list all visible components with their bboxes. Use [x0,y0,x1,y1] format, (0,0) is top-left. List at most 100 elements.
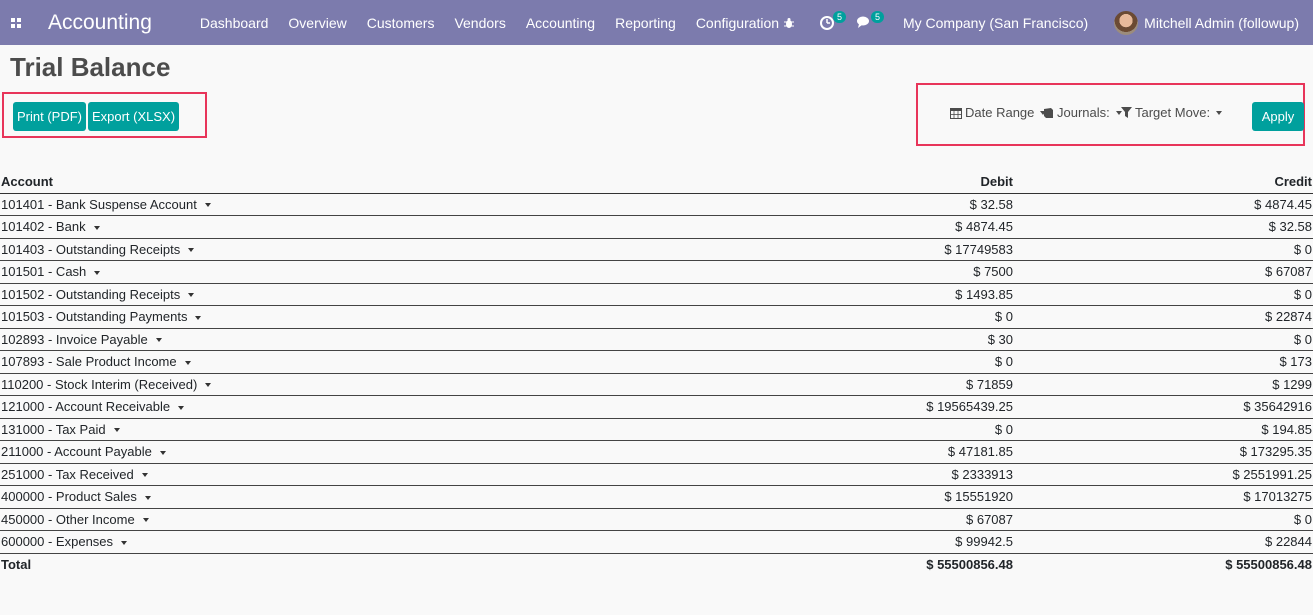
menu-dashboard[interactable]: Dashboard [200,15,269,31]
account-name[interactable]: 107893 - Sale Product Income [1,354,177,369]
chevron-down-icon[interactable] [188,248,195,253]
account-cell[interactable]: 121000 - Account Receivable [0,395,620,419]
chevron-down-icon[interactable] [113,428,120,433]
chevron-down-icon[interactable] [188,293,195,298]
account-cell[interactable]: 101403 - Outstanding Receipts [0,238,620,261]
account-name[interactable]: 131000 - Tax Paid [1,422,106,437]
account-cell[interactable]: 107893 - Sale Product Income [0,350,620,374]
account-name[interactable]: 101403 - Outstanding Receipts [1,242,180,257]
account-name[interactable]: 211000 - Account Payable [1,444,152,459]
chevron-down-icon[interactable] [93,225,100,230]
credit-cell: $ 173 [1014,350,1313,374]
account-name[interactable]: 101501 - Cash [1,264,86,279]
account-cell[interactable]: 101402 - Bank [0,215,620,239]
menu-reporting[interactable]: Reporting [615,15,676,31]
funnel-icon [1121,107,1132,118]
apply-button[interactable]: Apply [1252,102,1304,131]
chevron-down-icon[interactable] [195,315,202,320]
account-cell[interactable]: 101401 - Bank Suspense Account [0,193,620,216]
debit-cell: $ 71859 [620,373,1014,396]
account-cell[interactable]: 251000 - Tax Received [0,463,620,486]
table-row: 251000 - Tax Received $ 2333913 $ 2551991.… [0,463,1313,486]
journals-label: Journals: [1057,105,1110,120]
account-name[interactable]: 600000 - Expenses [1,534,113,549]
credit-cell: $ 17013275 [1014,485,1313,509]
book-icon [1044,107,1053,118]
account-cell[interactable]: 101502 - Outstanding Receipts [0,283,620,306]
target-move-label: Target Move: [1135,105,1211,120]
table-row: 102893 - Invoice Payable $ 30 $ 0 [0,328,1313,351]
chevron-down-icon[interactable] [178,405,185,410]
menu-overview[interactable]: Overview [288,15,346,31]
activity-clock-icon[interactable]: 5 [817,10,846,33]
chevron-down-icon[interactable] [159,450,166,455]
account-name[interactable]: 450000 - Other Income [1,512,135,527]
table-row: 101501 - Cash $ 7500 $ 67087 [0,260,1313,284]
app-brand[interactable]: Accounting [48,11,152,35]
account-cell[interactable]: 131000 - Tax Paid [0,418,620,441]
account-cell[interactable]: 101501 - Cash [0,260,620,284]
account-cell[interactable]: 102893 - Invoice Payable [0,328,620,351]
account-name[interactable]: 110200 - Stock Interim (Received) [1,377,197,392]
company-switcher[interactable]: My Company (San Francisco) [903,15,1088,31]
account-cell[interactable]: 450000 - Other Income [0,508,620,531]
debit-cell: $ 1493.85 [620,283,1014,306]
credit-cell: $ 1299 [1014,373,1313,396]
date-range-filter[interactable]: Date Range [950,105,1047,120]
user-avatar[interactable] [1114,10,1139,35]
chevron-down-icon[interactable] [184,360,191,365]
debit-cell: $ 4874.45 [620,215,1014,239]
credit-cell: $ 0 [1014,328,1313,351]
account-name[interactable]: 251000 - Tax Received [1,467,134,482]
chevron-down-icon[interactable] [205,383,212,388]
chevron-down-icon[interactable] [204,203,211,208]
user-menu[interactable]: Mitchell Admin (followup) [1144,15,1299,31]
menu-configuration[interactable]: Configuration [696,15,779,31]
bug-icon[interactable] [779,13,799,33]
apps-menu-icon[interactable] [0,0,32,45]
main-menu: Dashboard Overview Customers Vendors Acc… [200,15,799,31]
filter-box: Date Range Journals: Target Move: Apply [916,83,1305,146]
account-name[interactable]: 101503 - Outstanding Payments [1,309,187,324]
chevron-down-icon[interactable] [142,518,149,523]
debit-cell: $ 0 [620,305,1014,329]
account-cell[interactable]: 101503 - Outstanding Payments [0,305,620,329]
debit-cell: $ 67087 [620,508,1014,531]
debit-cell: $ 32.58 [620,193,1014,216]
table-row: 101502 - Outstanding Receipts $ 1493.85 $ … [0,283,1313,306]
chevron-down-icon[interactable] [141,473,148,478]
messages-count-badge: 5 [870,10,884,23]
menu-accounting[interactable]: Accounting [526,15,595,31]
account-cell[interactable]: 400000 - Product Sales [0,485,620,509]
chevron-down-icon[interactable] [94,270,101,275]
account-cell[interactable]: 211000 - Account Payable [0,440,620,464]
messages-chat-icon[interactable]: 5 [855,10,884,33]
table-header-row: Account Debit Credit [0,170,1313,194]
export-xlsx-button[interactable]: Export (XLSX) [88,102,179,131]
menu-customers[interactable]: Customers [367,15,435,31]
account-cell[interactable]: 600000 - Expenses [0,530,620,554]
account-name[interactable]: 101502 - Outstanding Receipts [1,287,180,302]
menu-vendors[interactable]: Vendors [454,15,505,31]
chevron-down-icon[interactable] [144,495,151,500]
top-navbar: Accounting Dashboard Overview Customers … [0,0,1313,45]
table-row: 107893 - Sale Product Income $ 0 $ 173 [0,350,1313,374]
chevron-down-icon[interactable] [155,338,162,343]
account-name[interactable]: 400000 - Product Sales [1,489,137,504]
account-name[interactable]: 101401 - Bank Suspense Account [1,197,197,212]
account-name[interactable]: 102893 - Invoice Payable [1,332,148,347]
debit-cell: $ 99942.5 [620,530,1014,554]
credit-column-header: Credit [1014,170,1313,194]
target-move-filter[interactable]: Target Move: [1121,105,1223,120]
print-pdf-button[interactable]: Print (PDF) [13,102,86,131]
chevron-down-icon[interactable] [121,540,128,545]
credit-cell: $ 0 [1014,283,1313,306]
account-cell[interactable]: 110200 - Stock Interim (Received) [0,373,620,396]
account-name[interactable]: 101402 - Bank [1,219,86,234]
debit-column-header: Debit [620,170,1014,194]
activity-count-badge: 5 [832,10,846,23]
journals-filter[interactable]: Journals: [1042,105,1122,120]
account-name[interactable]: 121000 - Account Receivable [1,399,170,414]
debit-cell: $ 30 [620,328,1014,351]
table-row: 110200 - Stock Interim (Received) $ 71859… [0,373,1313,396]
